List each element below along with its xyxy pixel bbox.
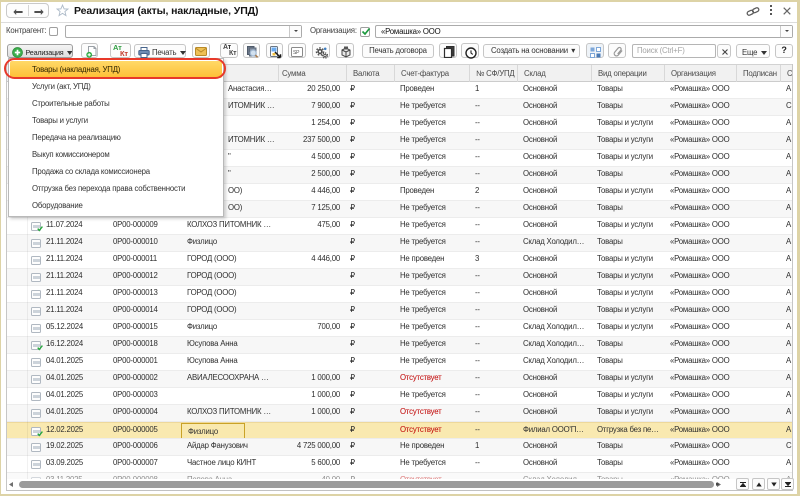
svg-text:SP: SP [293, 50, 300, 56]
